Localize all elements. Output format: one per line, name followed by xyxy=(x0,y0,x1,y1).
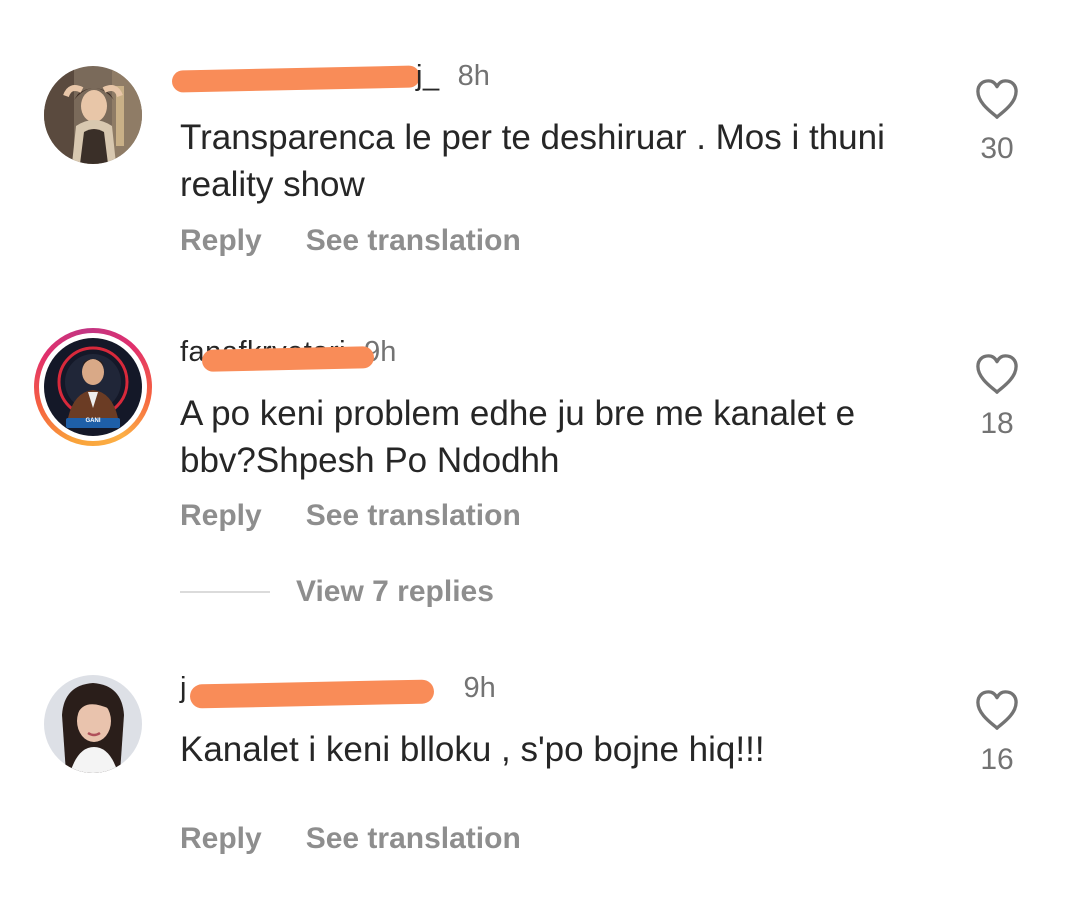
comment-actions: Reply See translation xyxy=(180,499,521,533)
username[interactable]: fanafkryetari xyxy=(180,336,375,372)
redaction-mark xyxy=(189,678,435,709)
comment-actions: Reply See translation xyxy=(180,822,521,856)
comment-meta: j 9h xyxy=(180,670,496,709)
story-ring[interactable]: GANI xyxy=(34,328,152,446)
redaction-mark xyxy=(201,345,375,372)
timestamp: 9h xyxy=(463,671,496,704)
timestamp: 8h xyxy=(457,59,490,92)
like-section: 30 xyxy=(968,78,1026,166)
like-section: 16 xyxy=(968,689,1026,777)
avatar[interactable] xyxy=(44,675,142,773)
comment-text: Kanalet i keni blloku , s'po bojne hiq!!… xyxy=(180,730,765,769)
heart-outline-icon[interactable] xyxy=(974,353,1020,395)
comment-text: Transparenca le per te deshiruar . Mos i… xyxy=(180,118,885,204)
like-count: 30 xyxy=(980,132,1014,165)
replies-divider xyxy=(180,591,270,593)
view-replies-button[interactable]: View 7 replies xyxy=(180,575,494,609)
see-translation-button[interactable]: See translation xyxy=(306,822,521,856)
username[interactable]: j_ xyxy=(171,60,440,93)
see-translation-button[interactable]: See translation xyxy=(306,224,521,258)
previous-comment-fragment xyxy=(430,0,470,6)
username[interactable]: j xyxy=(180,672,446,709)
like-section: 18 xyxy=(968,353,1026,441)
comment-meta: j_ 8h xyxy=(171,58,490,94)
avatar-badge-label: GANI xyxy=(85,418,101,424)
view-replies-label: View 7 replies xyxy=(296,575,494,608)
heart-outline-icon[interactable] xyxy=(974,78,1020,120)
reply-button[interactable]: Reply xyxy=(180,822,262,856)
like-count: 16 xyxy=(980,743,1014,776)
avatar[interactable]: GANI xyxy=(44,338,142,436)
redaction-mark xyxy=(171,64,421,93)
like-count: 18 xyxy=(980,407,1014,440)
heart-outline-icon[interactable] xyxy=(974,689,1020,731)
comment-actions: Reply See translation xyxy=(180,224,521,258)
comment-text: A po keni problem edhe ju bre me kanalet… xyxy=(180,394,856,480)
avatar[interactable] xyxy=(44,66,142,164)
reply-button[interactable]: Reply xyxy=(180,224,262,258)
see-translation-button[interactable]: See translation xyxy=(306,499,521,533)
comment-meta: fanafkryetari 9h xyxy=(180,334,396,372)
reply-button[interactable]: Reply xyxy=(180,499,262,533)
